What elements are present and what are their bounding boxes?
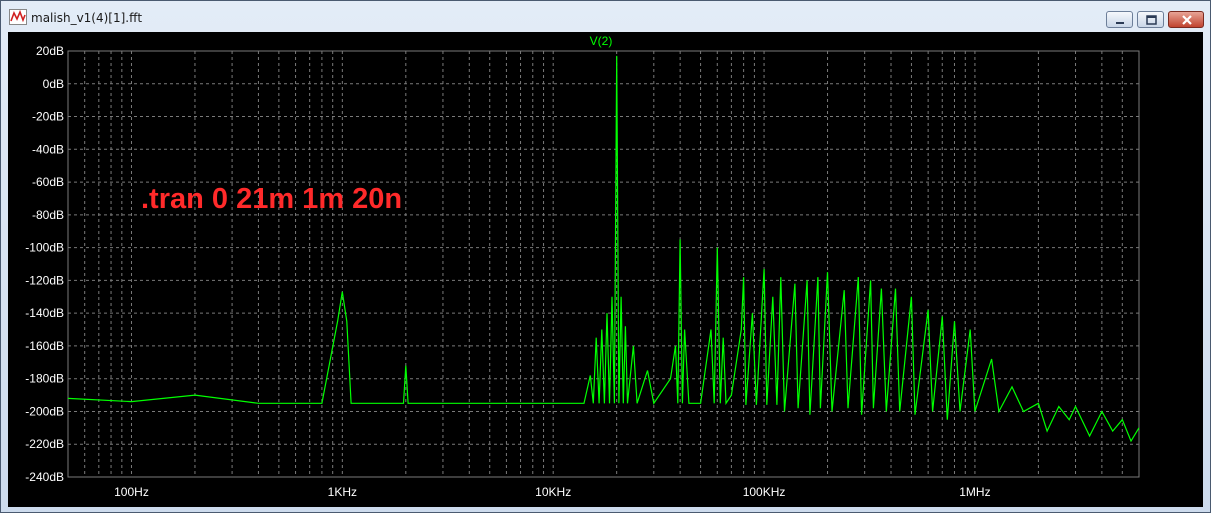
plot-pane[interactable]: 20dB 0dB -20dB -40dB -60dB -80dB -100dB -120dB -… (8, 32, 1203, 507)
plot-border (67, 50, 1140, 478)
x-tick-label: 1KHz (328, 485, 357, 499)
trace-layer (67, 55, 1140, 443)
y-tick-label: -200dB (25, 404, 64, 418)
y-tick-label: -180dB (25, 372, 64, 386)
close-icon (1182, 15, 1192, 25)
y-tick-label: -220dB (25, 437, 64, 451)
tick-labels: 20dB 0dB -20dB -40dB -60dB -80dB -100dB -120dB -… (25, 44, 990, 499)
x-tick-label: 100Hz (114, 485, 149, 499)
series-line (67, 55, 1140, 443)
annotation-text: .tran 0 21m 1m 20n (141, 183, 402, 215)
x-tick-label: 1MHz (959, 485, 990, 499)
maximize-icon (1146, 15, 1157, 25)
y-tick-label: 20dB (36, 44, 64, 58)
y-tick-label: -120dB (25, 273, 64, 287)
y-tick-label: -160dB (25, 339, 64, 353)
grid (67, 50, 1140, 478)
close-button[interactable] (1168, 11, 1204, 28)
y-tick-label: -240dB (25, 470, 64, 484)
maximize-button[interactable] (1137, 11, 1164, 28)
x-tick-label: 10KHz (535, 485, 571, 499)
minimize-button[interactable] (1106, 11, 1133, 28)
y-tick-label: -80dB (32, 208, 64, 222)
window-title: malish_v1(4)[1].fft (31, 11, 143, 25)
minimize-icon (1116, 22, 1124, 24)
fft-window: malish_v1(4)[1].fft 20dB 0dB -20dB -40dB -60… (0, 0, 1211, 513)
x-tick-label: 100KHz (743, 485, 786, 499)
y-tick-label: -100dB (25, 241, 64, 255)
y-tick-label: 0dB (43, 77, 64, 91)
y-tick-label: -60dB (32, 175, 64, 189)
y-tick-label: -40dB (32, 142, 64, 156)
y-tick-label: -20dB (32, 110, 64, 124)
waveform-icon (9, 9, 27, 25)
trace-label[interactable]: V(2) (590, 34, 613, 48)
fft-plot[interactable]: 20dB 0dB -20dB -40dB -60dB -80dB -100dB -120dB -… (8, 32, 1203, 507)
y-tick-label: -140dB (25, 306, 64, 320)
